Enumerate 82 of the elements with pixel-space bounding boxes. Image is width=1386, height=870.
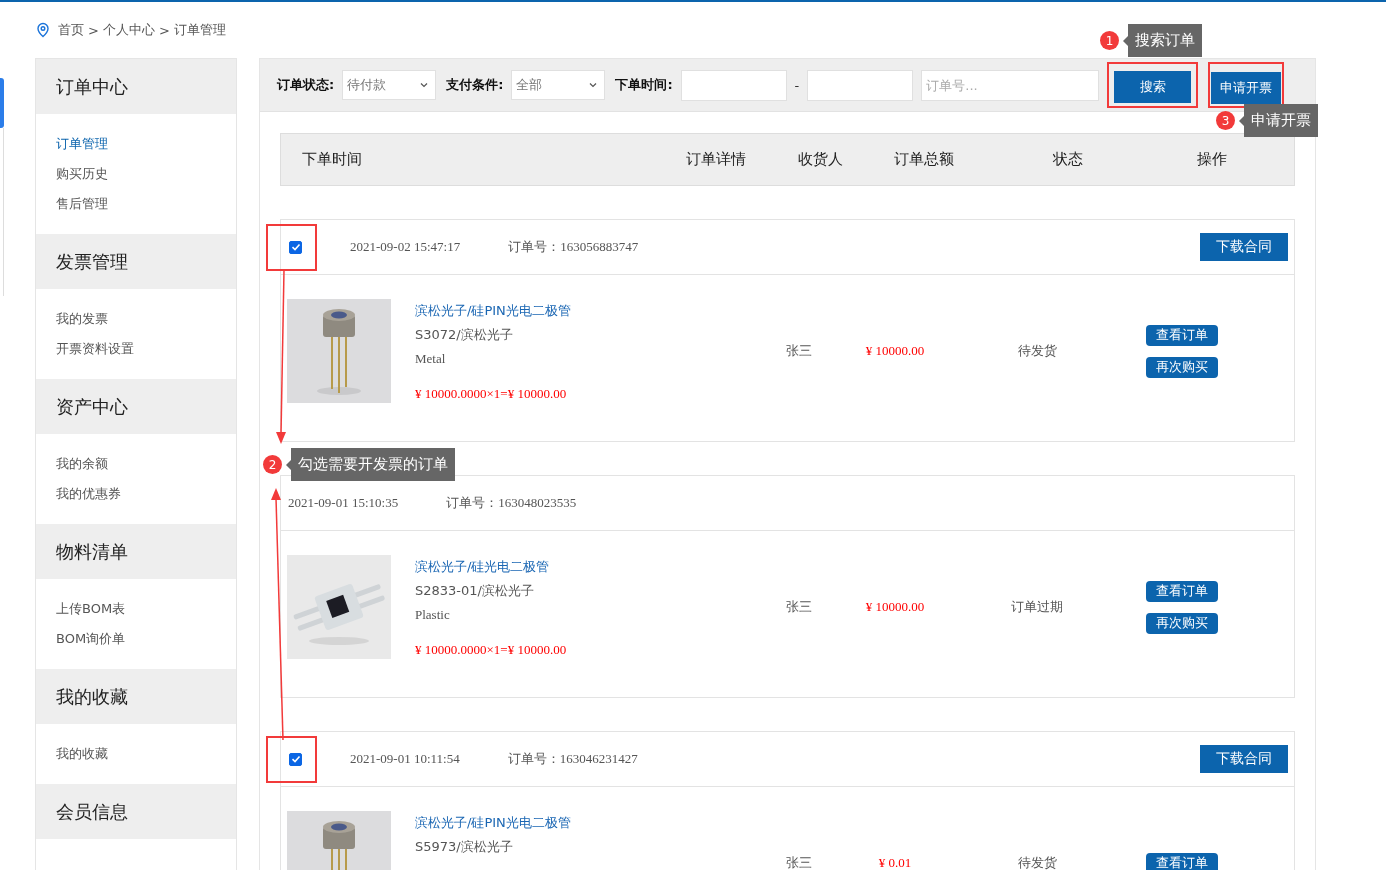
column-header: 下单时间 xyxy=(301,150,363,169)
order-number: 订单号：163048023535 xyxy=(446,494,577,512)
order-number-field[interactable]: 订单号... xyxy=(921,69,1100,101)
sidebar-item[interactable]: 我的发票 xyxy=(56,304,216,334)
price-line: ¥ 10000.0000×1=¥ 10000.00 xyxy=(415,386,568,402)
sidebar-item[interactable]: 售后管理 xyxy=(56,189,216,219)
sidebar-section-title: 订单中心 xyxy=(36,59,236,114)
breadcrumb-link[interactable]: 个人中心 xyxy=(102,21,155,39)
receiver: 张三 xyxy=(785,598,813,616)
order-checkbox[interactable] xyxy=(289,240,302,254)
product-model: S3072/滨松光子 xyxy=(415,326,514,344)
filter-label: 订单状态: xyxy=(277,76,335,94)
location-pin-icon xyxy=(35,22,51,38)
download-contract-button[interactable]: 下载合同 xyxy=(1200,745,1288,773)
product-link[interactable]: 滨松光子/硅PIN光电二极管 xyxy=(415,299,749,323)
sidebar-item[interactable]: 上传BOM表 xyxy=(56,594,216,624)
filter-select[interactable]: 全部 xyxy=(511,70,606,100)
step-number: 2 xyxy=(263,455,282,474)
date-field[interactable] xyxy=(807,69,914,101)
breadcrumb-link[interactable]: 首页 xyxy=(58,21,84,39)
breadcrumb-link[interactable]: 订单管理 xyxy=(173,21,226,39)
order-action-button[interactable]: 再次购买 xyxy=(1146,356,1218,378)
order-time: 2021-09-01 15:10:35 xyxy=(288,495,399,511)
order-action-button[interactable]: 再次购买 xyxy=(1146,612,1218,634)
annotation-tooltip: 搜索订单 xyxy=(1123,24,1202,57)
sidebar-section-title: 会员信息 xyxy=(36,784,236,839)
order-total: ¥ 10000.00 xyxy=(864,343,926,359)
receiver: 张三 xyxy=(785,854,813,870)
chevron-icon xyxy=(419,80,430,90)
annotation-tooltip: 申请开票 xyxy=(1239,104,1318,137)
column-header: 状态 xyxy=(1052,150,1084,169)
product-link[interactable]: 滨松光子/硅光电二极管 xyxy=(415,555,749,579)
step-number: 3 xyxy=(1216,111,1235,130)
column-header: 订单详情 xyxy=(685,150,747,169)
order-action-button[interactable]: 查看订单 xyxy=(1146,324,1218,346)
column-header: 订单总额 xyxy=(893,150,955,169)
sidebar-item[interactable]: 订单管理 xyxy=(56,129,216,159)
column-header: 操作 xyxy=(1196,150,1228,169)
order-action-button[interactable]: 查看订单 xyxy=(1146,580,1218,602)
order-number: 订单号：163046231427 xyxy=(507,750,638,768)
download-contract-button[interactable]: 下载合同 xyxy=(1200,233,1288,261)
filter-label: 下单时间: xyxy=(615,76,673,94)
order-status: 订单过期 xyxy=(1010,598,1064,616)
chevron-icon xyxy=(588,80,599,90)
step-number: 1 xyxy=(1100,31,1119,50)
order-total: ¥ 10000.00 xyxy=(864,599,926,615)
product-model: S2833-01/滨松光子 xyxy=(415,582,535,600)
breadcrumb-separator: > xyxy=(88,22,99,38)
sidebar-section-title: 我的收藏 xyxy=(36,669,236,724)
product-model: S5973/滨松光子 xyxy=(415,838,514,856)
breadcrumb-separator: > xyxy=(158,22,170,38)
range-separator: - xyxy=(794,77,800,93)
order-total: ¥ 0.01 xyxy=(877,855,913,870)
apply-invoice-button[interactable]: 申请开票 xyxy=(1211,72,1282,104)
order-checkbox[interactable] xyxy=(289,752,302,766)
product-material: Metal xyxy=(415,350,447,368)
column-header: 收货人 xyxy=(796,150,844,169)
sidebar-section-title: 发票管理 xyxy=(36,234,236,289)
price-line: ¥ 10000.0000×1=¥ 10000.00 xyxy=(415,642,568,658)
sidebar-item[interactable]: 开票资料设置 xyxy=(56,334,216,364)
order-action-button[interactable]: 查看订单 xyxy=(1146,852,1218,870)
filter-select[interactable]: 待付款 xyxy=(342,70,437,100)
receiver: 张三 xyxy=(785,342,813,360)
sidebar-item[interactable]: BOM询价单 xyxy=(56,624,216,654)
side-tab[interactable] xyxy=(0,78,4,128)
date-field[interactable] xyxy=(680,69,787,101)
annotation-tooltip: 勾选需要开发票的订单 xyxy=(286,448,455,481)
order-status: 待发货 xyxy=(1016,342,1058,360)
filter-label: 支付条件: xyxy=(446,76,504,94)
sidebar-section-title: 物料清单 xyxy=(36,524,236,579)
sidebar-item[interactable]: 我的优惠券 xyxy=(56,479,216,509)
product-link[interactable]: 滨松光子/硅PIN光电二极管 xyxy=(415,811,749,835)
order-time: 2021-09-02 15:47:17 xyxy=(350,239,461,255)
search-button[interactable]: 搜索 xyxy=(1114,71,1192,103)
product-material: Plastic xyxy=(415,606,451,624)
order-time: 2021-09-01 10:11:54 xyxy=(350,751,460,767)
order-status: 待发货 xyxy=(1016,854,1058,870)
sidebar-item[interactable]: 我的收藏 xyxy=(56,739,216,769)
order-number: 订单号：163056883747 xyxy=(508,238,639,256)
sidebar-item[interactable]: 购买历史 xyxy=(56,159,216,189)
sidebar-section-title: 资产中心 xyxy=(36,379,236,434)
sidebar-item[interactable]: 我的余额 xyxy=(56,449,216,479)
